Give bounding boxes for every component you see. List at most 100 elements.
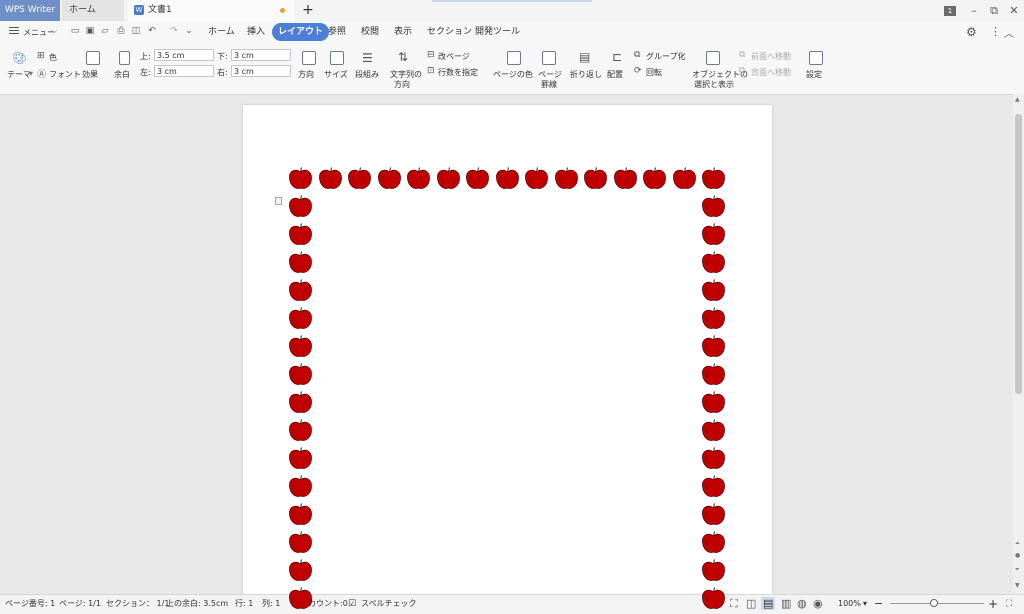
columns-icon[interactable]: ☰ xyxy=(362,51,373,65)
scroll-up-icon[interactable]: ▲ xyxy=(1015,96,1020,103)
tab-references[interactable]: 参照 xyxy=(322,23,352,41)
restore-button[interactable]: ⧉ xyxy=(984,0,1004,21)
document-tab[interactable]: W 文書1 xyxy=(128,0,294,21)
effect-icon[interactable] xyxy=(86,51,100,65)
size-icon[interactable] xyxy=(330,51,344,65)
page-color-button[interactable]: ページの色 xyxy=(493,69,533,80)
apple-border-icon xyxy=(288,279,313,303)
print-icon[interactable]: ⎙ xyxy=(116,26,126,36)
more-icon[interactable]: ⋮ xyxy=(990,25,1001,38)
settings-icon[interactable] xyxy=(809,51,823,65)
margin-top-field[interactable]: 3.5 cm xyxy=(154,49,214,61)
page-border-label-2: 罫線 xyxy=(541,80,557,89)
margin-button[interactable]: 余白 xyxy=(114,69,130,80)
customize-icon[interactable]: ⌄ xyxy=(184,26,194,36)
zoom-out-button[interactable]: − xyxy=(874,594,883,613)
apple-border-icon xyxy=(436,167,461,191)
size-button[interactable]: サイズ xyxy=(324,69,348,80)
save-icon[interactable]: ▣ xyxy=(85,26,95,36)
bring-forward-button[interactable]: 前面へ移動 xyxy=(751,51,791,62)
chevron-down-icon[interactable]: ▾ xyxy=(863,594,867,613)
page-border-icon[interactable] xyxy=(542,51,556,65)
wrap-icon[interactable]: ▤ xyxy=(579,50,590,64)
color-icon[interactable]: ⊞ xyxy=(37,51,45,61)
undo-icon[interactable]: ↶ xyxy=(147,26,157,36)
home-tab[interactable]: ホーム xyxy=(62,0,124,21)
orientation-button[interactable]: 方向 xyxy=(298,69,314,80)
app-tab[interactable]: WPS Writer xyxy=(0,0,60,21)
scroll-down-icon[interactable]: ▼ xyxy=(1015,582,1020,589)
columns-button[interactable]: 段組み xyxy=(355,69,379,80)
line-numbers-icon[interactable]: ⊡ xyxy=(427,66,435,76)
spell-check-button[interactable]: スペルチェック xyxy=(361,594,416,613)
new-tab-button[interactable]: + xyxy=(298,0,318,21)
tab-developer[interactable]: 開発ツール xyxy=(469,23,526,41)
wrap-button[interactable]: 折り返し xyxy=(570,69,602,80)
chevron-down-icon[interactable]: ⌵ xyxy=(51,26,57,36)
align-button[interactable]: 配置 xyxy=(607,69,623,80)
collapse-ribbon-icon[interactable]: ︿ xyxy=(1004,25,1014,40)
next-page-icon[interactable]: ⏷ xyxy=(1015,566,1020,574)
two-page-view-icon[interactable]: ◫ xyxy=(746,594,756,613)
minimize-button[interactable]: – xyxy=(964,0,984,21)
tab-layout[interactable]: レイアウト xyxy=(272,23,330,41)
theme-icon[interactable]: 🎨︎ xyxy=(12,51,27,65)
fit-page-icon[interactable]: ⛶ xyxy=(1006,594,1012,613)
hamburger-icon[interactable] xyxy=(9,27,19,35)
group-button[interactable]: グループ化 xyxy=(646,51,686,62)
redo-icon[interactable]: ↷ xyxy=(169,26,179,36)
margin-left-field[interactable]: 3 cm xyxy=(154,65,214,77)
margin-bottom-field[interactable]: 3 cm xyxy=(231,49,291,61)
spell-check-icon[interactable]: ☑ xyxy=(348,594,356,613)
settings-button[interactable]: 設定 xyxy=(806,69,822,80)
text-direction-icon[interactable]: ⇅ xyxy=(398,50,408,64)
apple-border-icon xyxy=(554,167,579,191)
margin-left-label: 左: xyxy=(140,68,151,77)
theme-button[interactable]: テーマ xyxy=(7,69,31,80)
page-view-icon[interactable]: ▤ xyxy=(763,594,773,613)
preview-icon[interactable]: ◫ xyxy=(131,26,141,36)
export-icon[interactable]: ▱ xyxy=(100,26,110,36)
scrollbar-thumb[interactable] xyxy=(1015,114,1022,394)
group-icon[interactable]: ⧉ xyxy=(634,50,640,60)
font-button[interactable]: フォント xyxy=(49,69,81,80)
theme-dropdown-icon[interactable]: ▾ xyxy=(29,69,33,78)
send-backward-button[interactable]: 背面へ移動 xyxy=(751,67,791,78)
orientation-icon[interactable] xyxy=(302,51,316,65)
zoom-in-button[interactable]: + xyxy=(988,594,998,613)
selection-pane-icon[interactable] xyxy=(706,51,720,65)
zoom-level[interactable]: 100% xyxy=(838,594,861,613)
select-browse-icon[interactable]: ● xyxy=(1015,552,1020,559)
page-break-button[interactable]: 改ページ xyxy=(438,51,470,62)
tab-insert[interactable]: 挿入 xyxy=(241,23,271,41)
effect-button[interactable]: 効果 xyxy=(82,69,98,80)
web-view-icon[interactable]: ◍ xyxy=(797,594,807,613)
apple-border-icon xyxy=(377,167,402,191)
page-color-icon[interactable] xyxy=(507,51,521,65)
rotate-icon[interactable]: ⟳ xyxy=(634,66,642,76)
font-icon[interactable]: Ⓐ xyxy=(37,67,46,80)
outline-view-icon[interactable]: ▥ xyxy=(781,594,791,613)
paragraph-marker-icon[interactable] xyxy=(275,197,282,205)
zoom-slider-thumb[interactable] xyxy=(930,599,938,607)
gear-icon[interactable]: ⚙ xyxy=(966,25,977,39)
color-button[interactable]: 色 xyxy=(49,52,57,63)
close-button[interactable]: ✕ xyxy=(1004,0,1024,21)
eye-protection-icon[interactable]: ◉ xyxy=(813,594,823,613)
tab-view[interactable]: 表示 xyxy=(388,23,418,41)
apple-border-icon xyxy=(288,503,313,527)
align-icon[interactable]: ⊏ xyxy=(612,50,622,64)
tab-review[interactable]: 校閲 xyxy=(355,23,385,41)
page-break-icon[interactable]: ⊟ xyxy=(427,50,435,60)
fullscreen-icon[interactable]: ⛶ xyxy=(730,594,738,613)
status-pages: ページ: 1/1 xyxy=(59,599,101,608)
send-backward-icon: ⧉ xyxy=(739,66,746,76)
tab-home[interactable]: ホーム xyxy=(202,23,241,41)
margin-right-field[interactable]: 3 cm xyxy=(231,65,291,77)
selection-pane-label-2: 選択と表示 xyxy=(694,80,734,89)
margin-icon[interactable] xyxy=(119,51,130,65)
line-numbers-button[interactable]: 行数を指定 xyxy=(438,67,478,78)
rotate-button[interactable]: 回転 xyxy=(646,67,662,78)
prev-page-icon[interactable]: ⏶ xyxy=(1015,540,1020,548)
open-icon[interactable]: ▭ xyxy=(70,26,80,36)
